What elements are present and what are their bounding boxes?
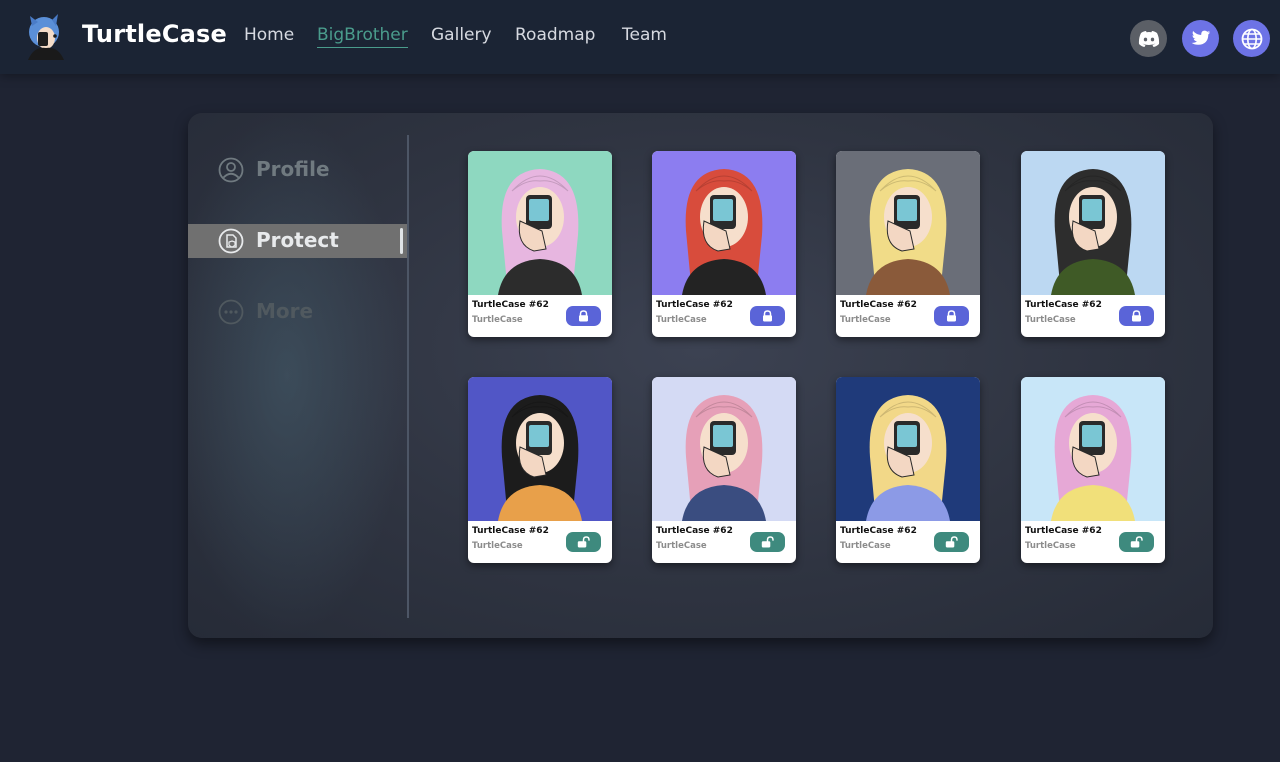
lock-icon xyxy=(763,310,772,322)
nft-artwork-image xyxy=(652,151,796,295)
unlock-button[interactable] xyxy=(1119,532,1154,552)
unlock-button[interactable] xyxy=(566,532,601,552)
nft-card-title: TurtleCase #62 xyxy=(472,526,549,536)
nft-card[interactable]: TurtleCase #62 TurtleCase xyxy=(652,151,796,337)
lock-icon xyxy=(579,310,588,322)
nft-artwork-image xyxy=(1021,151,1165,295)
lock-icon xyxy=(1132,310,1141,322)
sidebar-item-label: Protect xyxy=(256,228,339,252)
nft-card-title: TurtleCase #62 xyxy=(840,300,917,310)
nav-team[interactable]: Team xyxy=(622,25,667,45)
lock-button[interactable] xyxy=(1119,306,1154,326)
nft-card[interactable]: TurtleCase #62 TurtleCase xyxy=(468,377,612,563)
nft-card-collection: TurtleCase xyxy=(656,541,707,551)
globe-icon xyxy=(1241,28,1262,49)
lock-button[interactable] xyxy=(934,306,969,326)
unlock-button[interactable] xyxy=(750,532,785,552)
nft-card[interactable]: TurtleCase #62 TurtleCase xyxy=(1021,151,1165,337)
nft-card[interactable]: TurtleCase #62 TurtleCase xyxy=(1021,377,1165,563)
sidebar-item-label: Profile xyxy=(256,157,330,181)
more-dots-icon xyxy=(218,299,244,325)
nft-card-title: TurtleCase #62 xyxy=(472,300,549,310)
sidebar-item-profile[interactable]: Profile xyxy=(188,153,407,187)
nft-artwork-image xyxy=(836,151,980,295)
brand-title[interactable]: TurtleCase xyxy=(82,20,227,48)
nft-card[interactable]: TurtleCase #62 TurtleCase xyxy=(468,151,612,337)
unlock-icon xyxy=(577,536,590,548)
twitter-button[interactable] xyxy=(1182,20,1219,57)
website-button[interactable] xyxy=(1233,20,1270,57)
unlock-icon xyxy=(761,536,774,548)
nav-gallery[interactable]: Gallery xyxy=(431,25,492,45)
nft-card-collection: TurtleCase xyxy=(472,541,523,551)
twitter-icon xyxy=(1191,30,1210,45)
nft-card-collection: TurtleCase xyxy=(1025,315,1076,325)
shield-document-icon xyxy=(218,228,244,254)
discord-icon xyxy=(1138,30,1159,47)
lock-button[interactable] xyxy=(566,306,601,326)
sidebar-background xyxy=(188,113,408,638)
nft-card-title: TurtleCase #62 xyxy=(656,300,733,310)
nft-card-title: TurtleCase #62 xyxy=(1025,300,1102,310)
nft-card[interactable]: TurtleCase #62 TurtleCase xyxy=(836,377,980,563)
nft-card-title: TurtleCase #62 xyxy=(840,526,917,536)
nft-card-collection: TurtleCase xyxy=(840,541,891,551)
nft-card-collection: TurtleCase xyxy=(656,315,707,325)
nav-home[interactable]: Home xyxy=(244,25,294,45)
nft-artwork-image xyxy=(468,151,612,295)
nft-card[interactable]: TurtleCase #62 TurtleCase xyxy=(652,377,796,563)
unlock-button[interactable] xyxy=(934,532,969,552)
nft-card[interactable]: TurtleCase #62 TurtleCase xyxy=(836,151,980,337)
sidebar-item-label: More xyxy=(256,299,314,323)
nft-artwork-image xyxy=(652,377,796,521)
nft-card-collection: TurtleCase xyxy=(840,315,891,325)
nft-card-title: TurtleCase #62 xyxy=(656,526,733,536)
discord-button[interactable] xyxy=(1130,20,1167,57)
nft-card-collection: TurtleCase xyxy=(1025,541,1076,551)
lock-button[interactable] xyxy=(750,306,785,326)
sidebar-item-more[interactable]: More xyxy=(188,295,407,329)
nft-card-title: TurtleCase #62 xyxy=(1025,526,1102,536)
unlock-icon xyxy=(1130,536,1143,548)
sidebar-item-protect[interactable]: Protect xyxy=(188,224,407,258)
nft-artwork-image xyxy=(1021,377,1165,521)
top-navigation-bar: TurtleCase Home BigBrother Gallery Roadm… xyxy=(0,0,1280,74)
nav-bigbrother[interactable]: BigBrother xyxy=(317,25,408,48)
user-circle-icon xyxy=(218,157,244,183)
nav-roadmap[interactable]: Roadmap xyxy=(515,25,595,45)
nft-artwork-image xyxy=(468,377,612,521)
lock-icon xyxy=(947,310,956,322)
main-panel: Profile Protect More TurtleCase #62 Turtl… xyxy=(188,113,1213,638)
unlock-icon xyxy=(945,536,958,548)
sidebar-divider xyxy=(407,135,409,618)
nft-artwork-image xyxy=(836,377,980,521)
nft-card-collection: TurtleCase xyxy=(472,315,523,325)
logo-avatar[interactable] xyxy=(22,12,70,60)
